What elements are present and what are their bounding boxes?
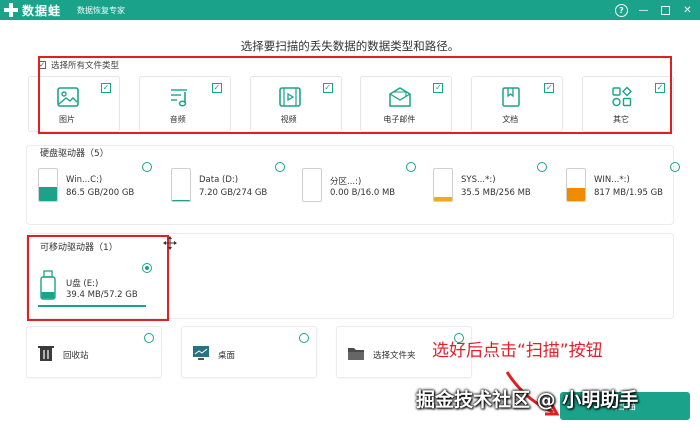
watermark: 掘金技术社区 @ 小明助手 [416,389,639,411]
drive-item[interactable]: SYS...*:) 35.5 MB/256 MB [433,162,558,216]
window-controls: ? — ✕ [615,0,694,20]
hard-drive-icon [566,168,586,202]
app-logo: 数据蛙 [4,2,61,19]
app-subtitle: 数据恢复专家 [77,5,126,15]
drive-name: Data (D:) [199,175,239,185]
page-heading: 选择要扫描的丢失数据的数据类型和路径。 [240,39,460,53]
drive-radio[interactable] [670,162,680,172]
location-label: 回收站 [63,351,89,361]
drive-radio[interactable] [275,162,285,172]
location-radio[interactable] [299,333,309,343]
maximize-button[interactable] [659,4,672,17]
app-name: 数据蛙 [22,3,62,18]
location-desktop[interactable]: 桌面 [181,326,317,378]
minimize-button[interactable]: — [637,4,650,17]
drive-size: 0.00 B/16.0 MB [330,188,396,198]
annotation-box-removable [27,235,169,321]
hard-drive-icon [38,168,58,202]
drive-radio[interactable] [537,162,547,172]
drive-name: SYS...*:) [461,175,496,185]
location-label: 桌面 [218,351,236,361]
help-icon[interactable]: ? [615,3,628,17]
drive-item[interactable]: 分区...:) 0.00 B/16.0 MB [302,162,427,216]
hard-drive-icon [302,168,322,202]
annotation-text: 选好后点击“扫描”按钮 [432,341,603,361]
drive-size: 86.5 GB/200 GB [66,188,135,198]
drive-size: 817 MB/1.95 GB [594,188,664,198]
location-label: 选择文件夹 [373,351,416,361]
drive-item[interactable]: WIN...*:) 817 MB/1.95 GB [566,162,691,216]
move-cursor-icon [163,236,177,250]
close-button[interactable]: ✕ [681,4,694,17]
recycle-bin-icon [38,346,54,361]
desktop-icon [193,346,209,360]
drive-radio[interactable] [142,162,152,172]
drive-item[interactable]: Data (D:) 7.20 GB/274 GB [171,162,296,216]
hard-drive-icon [171,168,191,202]
drive-name: Win...C:) [66,175,103,185]
hard-drive-title: 硬盘驱动器（5） [40,149,109,159]
title-bar: 数据蛙 数据恢复专家 ? — ✕ [0,0,700,20]
drive-usage-fill [567,187,585,201]
location-radio[interactable] [144,333,154,343]
maximize-icon [661,5,670,15]
drive-usage-fill [39,187,57,201]
folder-icon [348,348,364,360]
drive-usage-fill [172,200,190,201]
hard-drive-icon [433,168,453,202]
location-recycle-bin[interactable]: 回收站 [26,326,162,378]
logo-plus-icon [4,3,18,17]
drive-size: 35.5 MB/256 MB [461,188,531,198]
drive-size: 7.20 GB/274 GB [199,188,268,198]
drive-name: 分区...:) [330,177,362,187]
drive-item[interactable]: Win...C:) 86.5 GB/200 GB [38,162,163,216]
drive-radio[interactable] [406,162,416,172]
annotation-box-file-types [38,56,672,134]
drive-name: WIN...*:) [594,175,630,185]
drive-usage-fill [434,196,452,201]
